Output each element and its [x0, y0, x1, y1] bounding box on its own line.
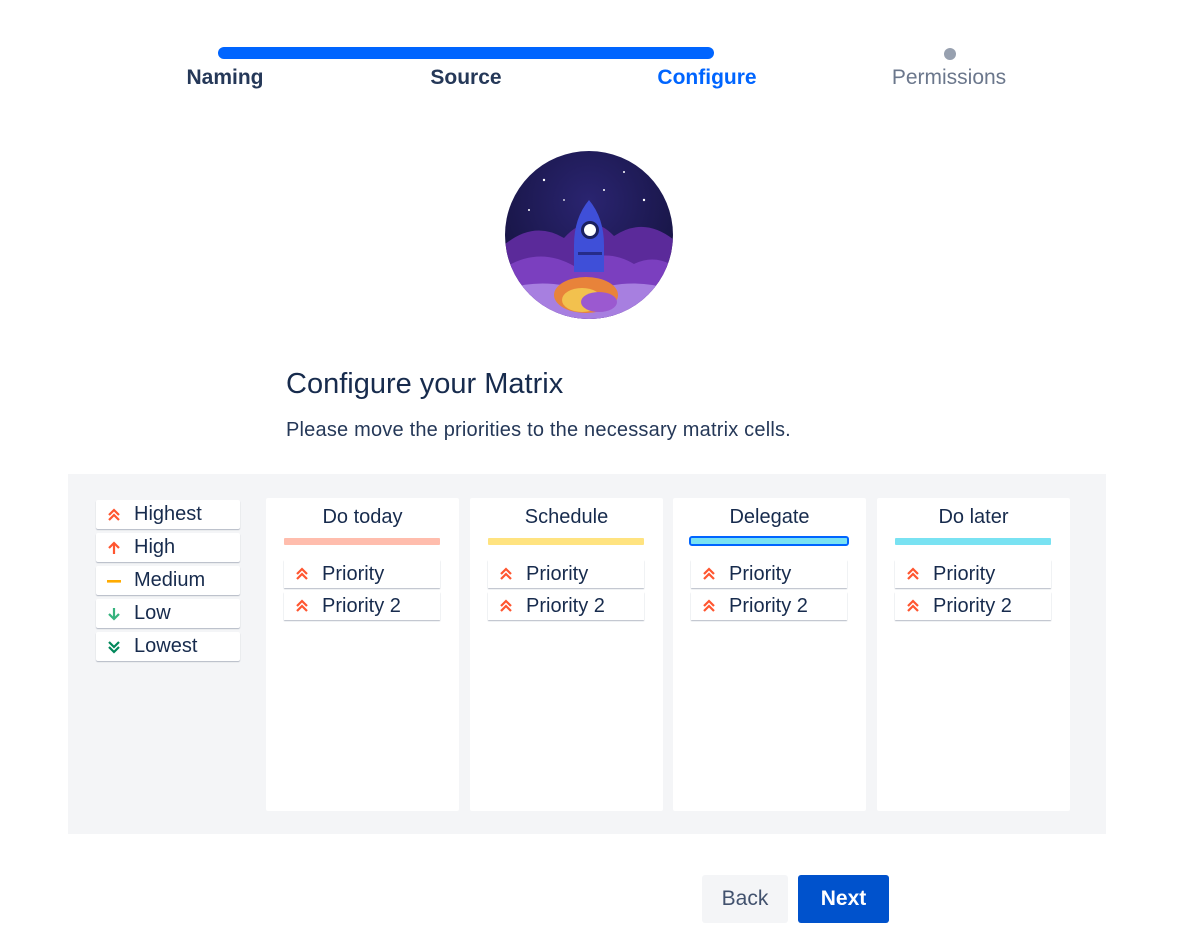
- cell-title: Delegate: [729, 506, 810, 528]
- cell-color-bar: [895, 538, 1051, 545]
- priority-chip-low[interactable]: Low: [96, 599, 240, 628]
- priority-label: Medium: [134, 569, 206, 591]
- cell-title: Schedule: [524, 506, 609, 528]
- matrix-cell-schedule[interactable]: Schedule Priority Priority 2: [470, 498, 663, 811]
- cell-priority-chip[interactable]: Priority 2: [895, 592, 1051, 620]
- cell-priority-label: Priority: [526, 562, 589, 585]
- matrix-cell-delegate[interactable]: Delegate Priority Priority 2: [673, 498, 866, 811]
- priority-label: Low: [134, 602, 171, 624]
- back-button[interactable]: Back: [702, 875, 788, 923]
- cell-priority-label: Priority 2: [526, 594, 605, 617]
- priority-list: Highest High Medium Low Lowest: [96, 500, 240, 665]
- highest-priority-icon: [907, 567, 919, 580]
- highest-priority-icon: [500, 567, 512, 580]
- lowest-priority-icon: [108, 640, 120, 654]
- priority-chip-highest[interactable]: Highest: [96, 500, 240, 529]
- cell-priority-chip[interactable]: Priority: [284, 560, 440, 588]
- low-priority-icon: [108, 607, 120, 621]
- cell-priority-chip[interactable]: Priority 2: [691, 592, 847, 620]
- priority-chip-lowest[interactable]: Lowest: [96, 632, 240, 661]
- page-title: Configure your Matrix: [286, 368, 564, 400]
- rocket-illustration: [505, 151, 673, 319]
- cell-priority-chip[interactable]: Priority: [691, 560, 847, 588]
- highest-priority-icon: [108, 507, 120, 521]
- cell-title: Do today: [322, 506, 403, 528]
- highest-priority-icon: [703, 599, 715, 612]
- matrix-cell-do-later[interactable]: Do later Priority Priority 2: [877, 498, 1070, 811]
- cell-color-bar: [689, 536, 849, 546]
- next-button[interactable]: Next: [798, 875, 889, 923]
- cell-color-bar: [284, 538, 440, 545]
- high-priority-icon: [108, 540, 120, 554]
- cell-priority-label: Priority 2: [729, 594, 808, 617]
- step-configure: Configure: [657, 66, 757, 89]
- cell-priority-chip[interactable]: Priority: [895, 560, 1051, 588]
- highest-priority-icon: [907, 599, 919, 612]
- highest-priority-icon: [500, 599, 512, 612]
- progress-bar: [218, 47, 714, 59]
- priority-label: Lowest: [134, 635, 198, 657]
- priority-chip-high[interactable]: High: [96, 533, 240, 562]
- step-dot-permissions: [944, 48, 956, 60]
- step-source: Source: [430, 66, 502, 89]
- highest-priority-icon: [296, 567, 308, 580]
- cell-priority-label: Priority: [322, 562, 385, 585]
- priority-chip-medium[interactable]: Medium: [96, 566, 240, 595]
- step-naming: Naming: [186, 66, 264, 89]
- highest-priority-icon: [296, 599, 308, 612]
- cell-title: Do later: [938, 506, 1009, 528]
- progress-stepper: Naming Source Configure Permissions: [0, 0, 1204, 110]
- matrix-cell-do-today[interactable]: Do today Priority Priority 2: [266, 498, 459, 811]
- cell-priority-label: Priority 2: [322, 594, 401, 617]
- cell-priority-chip[interactable]: Priority: [488, 560, 644, 588]
- cell-color-bar: [488, 538, 644, 545]
- cell-priority-label: Priority 2: [933, 594, 1012, 617]
- highest-priority-icon: [703, 567, 715, 580]
- priority-label: High: [134, 536, 176, 558]
- page-subtitle: Please move the priorities to the necess…: [286, 419, 791, 441]
- cell-priority-label: Priority: [729, 562, 792, 585]
- cell-priority-chip[interactable]: Priority 2: [488, 592, 644, 620]
- step-permissions: Permissions: [891, 66, 1007, 89]
- medium-priority-icon: [107, 579, 121, 583]
- cell-priority-chip[interactable]: Priority 2: [284, 592, 440, 620]
- priority-label: Highest: [134, 503, 202, 525]
- cell-priority-label: Priority: [933, 562, 996, 585]
